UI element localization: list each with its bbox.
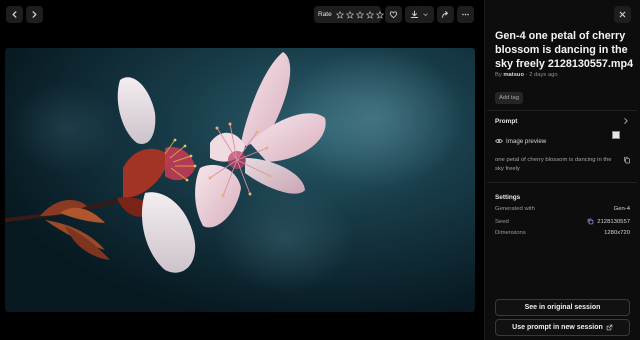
star-icon[interactable] xyxy=(355,10,364,19)
byline: By matsuo · 2 days ago xyxy=(495,72,558,78)
byline-prefix: By xyxy=(495,72,502,78)
setting-row-dimensions: Dimensions 1280x720 xyxy=(495,230,630,236)
rate-control: Rate xyxy=(314,6,384,23)
setting-label: Seed xyxy=(495,218,509,225)
image-preview-label: Image preview xyxy=(506,137,547,145)
prompt-text: one petal of cherry blossom is dancing i… xyxy=(495,157,612,172)
setting-value: 1280x720 xyxy=(604,230,630,236)
settings-heading: Settings xyxy=(495,194,521,201)
setting-row-generated-with: Generated with Gen-4 xyxy=(495,206,630,212)
download-icon xyxy=(410,10,418,18)
created-time: 2 days ago xyxy=(529,72,558,78)
external-link-icon xyxy=(606,324,613,331)
close-button[interactable] xyxy=(614,6,631,23)
close-icon xyxy=(619,11,626,18)
chevron-right-icon xyxy=(32,11,37,18)
copy-seed-icon[interactable] xyxy=(587,218,594,225)
add-tag-button[interactable]: Add tag xyxy=(495,92,523,104)
star-rating xyxy=(335,10,386,19)
setting-label: Dimensions xyxy=(495,230,526,236)
previous-button[interactable] xyxy=(6,6,23,23)
see-original-label: See in original session xyxy=(524,304,601,311)
star-icon[interactable] xyxy=(375,10,384,19)
media-viewer: Rate xyxy=(0,0,484,340)
copy-icon[interactable] xyxy=(623,156,631,164)
use-prompt-button[interactable]: Use prompt in new session xyxy=(495,319,630,336)
share-button[interactable] xyxy=(437,6,454,23)
divider xyxy=(487,182,637,183)
star-icon[interactable] xyxy=(335,10,344,19)
more-icon xyxy=(462,13,469,16)
star-icon[interactable] xyxy=(345,10,354,19)
heart-icon xyxy=(389,11,398,19)
use-prompt-label: Use prompt in new session xyxy=(512,324,603,331)
eye-icon xyxy=(495,139,503,143)
share-icon xyxy=(441,11,448,18)
star-icon[interactable] xyxy=(365,10,374,19)
rate-label: Rate xyxy=(318,11,332,18)
asset-title: Gen-4 one petal of cherry blossom is dan… xyxy=(495,30,634,70)
prompt-heading: Prompt xyxy=(495,118,518,125)
chevron-left-icon xyxy=(12,11,17,18)
byline-separator: · xyxy=(525,72,528,78)
generated-image xyxy=(5,48,475,312)
see-original-session-button[interactable]: See in original session xyxy=(495,299,630,316)
setting-value: 2128130557 xyxy=(597,218,630,225)
author-name[interactable]: matsuo xyxy=(503,72,524,78)
more-options-button[interactable] xyxy=(457,6,474,23)
chevron-right-icon[interactable] xyxy=(622,117,630,125)
setting-label: Generated with xyxy=(495,206,535,212)
divider xyxy=(487,110,637,111)
next-button[interactable] xyxy=(26,6,43,23)
image-preview-toggle[interactable]: Image preview xyxy=(495,137,546,145)
setting-value: Gen-4 xyxy=(613,206,630,212)
image-thumbnail[interactable] xyxy=(612,131,620,139)
download-button[interactable] xyxy=(405,6,434,23)
chevron-down-icon xyxy=(423,13,428,16)
setting-row-seed: Seed 2128130557 xyxy=(495,218,630,225)
favorite-button[interactable] xyxy=(385,6,402,23)
